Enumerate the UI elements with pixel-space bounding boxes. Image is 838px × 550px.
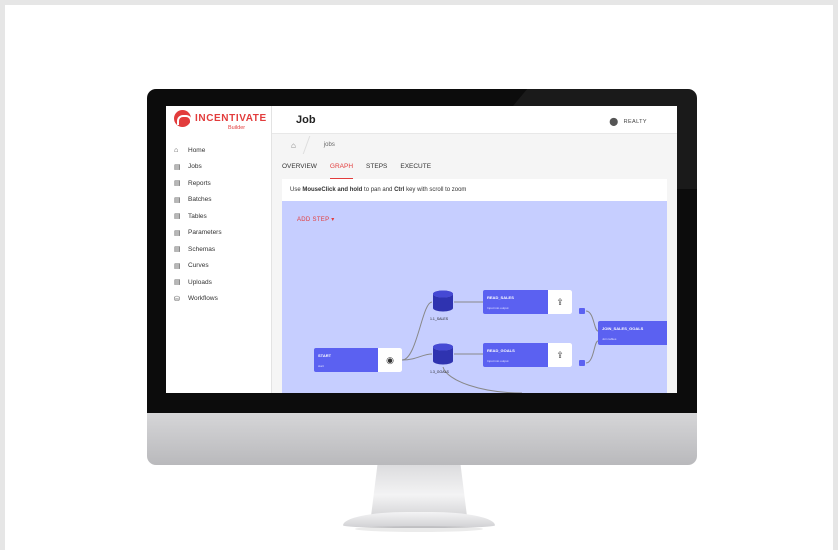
sidebar-item-reports[interactable]: ▤ Reports: [174, 175, 222, 192]
edge-start-sales: [401, 301, 433, 361]
sidebar-item-batches[interactable]: ▤ Batches: [174, 192, 222, 209]
top-bar: Job ⬤ REALTY: [272, 106, 677, 134]
archive-icon: ▤: [174, 229, 181, 237]
sidebar: INCENTIVATE Builder ⌂ Home ▤ Jobs ▤ Reports…: [166, 106, 272, 393]
home-icon[interactable]: ⌂: [291, 141, 296, 150]
logo-text: INCENTIVATE: [195, 113, 267, 124]
database-icon[interactable]: [432, 343, 454, 365]
sidebar-item-jobs[interactable]: ▤ Jobs: [174, 159, 222, 176]
node-port[interactable]: [579, 360, 585, 366]
table-label-sales: 1.1_SALES: [430, 317, 449, 321]
tab-overview[interactable]: OVERVIEW: [282, 163, 317, 179]
job-tabs: OVERVIEW GRAPH STEPS EXECUTE: [272, 163, 677, 179]
breadcrumb-separator: [302, 136, 318, 154]
archive-icon: ▤: [174, 213, 181, 221]
workflow-icon: ⛁: [174, 295, 180, 303]
sidebar-item-schemas[interactable]: ▤ Schemas: [174, 241, 222, 258]
database-icon[interactable]: [432, 290, 454, 312]
org-selector[interactable]: ⬤ REALTY: [609, 117, 647, 126]
breadcrumb: ⌂ jobs: [272, 134, 677, 156]
sidebar-item-tables[interactable]: ▤ Tables: [174, 208, 222, 225]
edge-goals-down: [442, 366, 523, 393]
archive-icon: ▤: [174, 163, 181, 171]
node-join-sales-goals[interactable]: JOIN_SALES_GOALS Join tables: [598, 321, 667, 345]
archive-icon: ▤: [174, 279, 181, 287]
stand-shadow: [355, 526, 483, 532]
archive-icon: ▤: [174, 196, 181, 204]
tab-execute[interactable]: EXECUTE: [400, 163, 431, 179]
play-icon[interactable]: ◉: [378, 348, 402, 372]
tab-steps[interactable]: STEPS: [366, 163, 387, 179]
sidebar-item-uploads[interactable]: ▤ Uploads: [174, 274, 222, 291]
node-start[interactable]: START start ◉: [314, 348, 402, 372]
node-port[interactable]: [579, 308, 585, 314]
graph-hint: Use MouseClick and hold to pan and Ctrl …: [282, 179, 667, 201]
logo-subtitle: Builder: [228, 125, 246, 131]
tab-graph[interactable]: GRAPH: [329, 163, 354, 179]
upload-icon[interactable]: ⇪: [548, 343, 572, 367]
edge-goals-join: [585, 340, 599, 364]
archive-icon: ▤: [174, 180, 181, 188]
monitor-stand-neck: [371, 465, 467, 515]
node-read-goals[interactable]: READ_GOALS Input into output ⇪: [483, 343, 572, 367]
archive-icon: ▤: [174, 246, 181, 254]
org-name: REALTY: [623, 118, 647, 125]
sidebar-item-parameters[interactable]: ▤ Parameters: [174, 225, 222, 242]
graph-canvas[interactable]: ADD STEP ▾ START start ◉ 1.1_SALES 1.3_G…: [282, 201, 667, 393]
page-title: Job: [296, 114, 316, 126]
app-screen: INCENTIVATE Builder ⌂ Home ▤ Jobs ▤ Reports…: [166, 106, 677, 393]
archive-icon: ▤: [174, 262, 181, 270]
logo-mark-icon: [174, 110, 192, 127]
sidebar-item-curves[interactable]: ▤ Curves: [174, 258, 222, 275]
monitor-chin: [147, 413, 697, 465]
location-pin-icon: ⬤: [609, 117, 619, 126]
node-read-sales[interactable]: READ_SALES Input into output ⇪: [483, 290, 572, 314]
breadcrumb-current[interactable]: jobs: [324, 142, 335, 148]
home-icon: ⌂: [174, 146, 179, 154]
edge-start-goals: [401, 353, 433, 361]
sidebar-nav: ⌂ Home ▤ Jobs ▤ Reports ▤ Batches ▤ Tables ▤ P…: [174, 142, 222, 307]
table-label-goals: 1.3_GOALS: [430, 370, 449, 374]
sidebar-item-home[interactable]: ⌂ Home: [174, 142, 222, 159]
edge-sales-join: [585, 310, 599, 332]
logo: INCENTIVATE: [174, 110, 267, 127]
upload-icon[interactable]: ⇪: [548, 290, 572, 314]
sidebar-item-workflows[interactable]: ⛁ Workflows: [174, 291, 222, 308]
